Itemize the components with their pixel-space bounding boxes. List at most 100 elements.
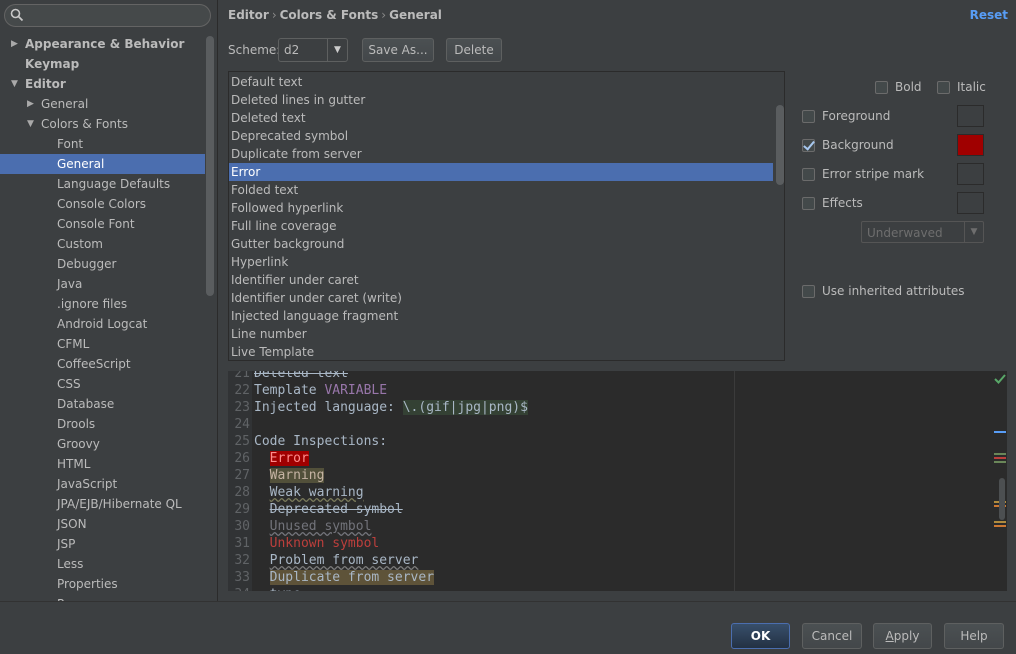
attribute-list-item[interactable]: Identifier under caret bbox=[229, 271, 773, 289]
preview-editor[interactable]: 21 Deleted text 22 Template VARIABLE 23 Injec… bbox=[228, 371, 1007, 591]
stripe-mark[interactable] bbox=[994, 457, 1006, 459]
attribute-list-item[interactable]: Folded text bbox=[229, 181, 773, 199]
tree-node[interactable]: CFML bbox=[0, 334, 205, 354]
collapsed-arrow-icon[interactable]: ▶ bbox=[27, 94, 37, 114]
expanded-arrow-icon[interactable]: ▼ bbox=[27, 114, 37, 134]
ok-button[interactable]: OK bbox=[731, 623, 790, 649]
tree-node[interactable]: Font bbox=[0, 134, 205, 154]
inherited-attributes-label: Use inherited attributes bbox=[822, 284, 965, 298]
apply-button[interactable]: Apply bbox=[873, 623, 932, 649]
tree-node[interactable]: Console Font bbox=[0, 214, 205, 234]
bold-checkbox[interactable] bbox=[875, 81, 888, 94]
tree-node[interactable]: Properties bbox=[0, 574, 205, 594]
bold-label: Bold bbox=[895, 80, 922, 94]
tree-node[interactable]: Database bbox=[0, 394, 205, 414]
tree-node[interactable]: HTML bbox=[0, 454, 205, 474]
sidebar-scrollbar[interactable] bbox=[206, 36, 214, 296]
foreground-checkbox[interactable] bbox=[802, 110, 815, 123]
italic-checkbox[interactable] bbox=[937, 81, 950, 94]
background-checkbox[interactable] bbox=[802, 139, 815, 152]
scheme-select[interactable]: d2 ▼ bbox=[278, 38, 348, 62]
stripe-mark[interactable] bbox=[994, 521, 1006, 523]
background-color-swatch[interactable] bbox=[957, 134, 984, 156]
settings-search-input[interactable] bbox=[4, 4, 211, 27]
attribute-list-item[interactable]: Injected language fragment bbox=[229, 307, 773, 325]
attribute-list-item[interactable]: Error bbox=[229, 163, 773, 181]
expanded-arrow-icon[interactable]: ▼ bbox=[11, 74, 21, 94]
tree-node-label: Debugger bbox=[57, 257, 117, 271]
preview-scrollbar[interactable] bbox=[999, 478, 1005, 520]
tree-node[interactable]: Java bbox=[0, 274, 205, 294]
tree-node[interactable]: ▶ General bbox=[0, 94, 205, 114]
attribute-list-scrollbar[interactable] bbox=[776, 105, 784, 185]
chevron-down-icon[interactable]: ▼ bbox=[327, 39, 347, 61]
tree-node[interactable]: Console Colors bbox=[0, 194, 205, 214]
attribute-list-item[interactable]: Followed hyperlink bbox=[229, 199, 773, 217]
attribute-list-item[interactable]: Full line coverage bbox=[229, 217, 773, 235]
attribute-list-item[interactable]: Hyperlink bbox=[229, 253, 773, 271]
effects-type-select[interactable]: Underwaved ▼ bbox=[861, 221, 984, 243]
error-stripe-checkbox[interactable] bbox=[802, 168, 815, 181]
code-token: Deleted text bbox=[254, 371, 348, 381]
foreground-color-swatch[interactable] bbox=[957, 105, 984, 127]
code-line: 25 Code Inspections: bbox=[228, 433, 1007, 450]
tree-node[interactable]: JavaScript bbox=[0, 474, 205, 494]
tree-node[interactable]: JSON bbox=[0, 514, 205, 534]
tree-node[interactable]: ▶ Appearance & Behavior bbox=[0, 34, 205, 54]
tree-node[interactable]: ▼ Colors & Fonts bbox=[0, 114, 205, 134]
stripe-mark[interactable] bbox=[994, 525, 1006, 527]
code-line: 28 Weak warning bbox=[228, 484, 1007, 501]
tree-node[interactable]: Debugger bbox=[0, 254, 205, 274]
tree-node-label: Android Logcat bbox=[57, 317, 148, 331]
tree-node[interactable]: Groovy bbox=[0, 434, 205, 454]
breadcrumb-item: General bbox=[389, 8, 442, 22]
tree-node[interactable]: Drools bbox=[0, 414, 205, 434]
tree-node[interactable]: General bbox=[0, 154, 205, 174]
attribute-list-item[interactable]: Deleted text bbox=[229, 109, 773, 127]
tree-node[interactable]: JSP bbox=[0, 534, 205, 554]
reset-link[interactable]: Reset bbox=[970, 8, 1008, 22]
line-number: 23 bbox=[234, 400, 250, 415]
code-token: VARIABLE bbox=[324, 383, 388, 398]
attribute-list-item[interactable]: Duplicate from server bbox=[229, 145, 773, 163]
attribute-list-item[interactable]: Identifier under caret (write) bbox=[229, 289, 773, 307]
tree-node[interactable]: Py… bbox=[0, 594, 205, 601]
collapsed-arrow-icon[interactable]: ▶ bbox=[11, 34, 21, 54]
tree-node[interactable]: CoffeeScript bbox=[0, 354, 205, 374]
delete-button[interactable]: Delete bbox=[446, 38, 502, 62]
code-text: Deprecated symbol bbox=[254, 501, 403, 518]
settings-sidebar: ▶ Appearance & Behavior Keymap ▼ Editor ▶ Gene… bbox=[0, 0, 218, 601]
stripe-mark[interactable] bbox=[994, 431, 1006, 433]
tree-node[interactable]: Less bbox=[0, 554, 205, 574]
attribute-list-item[interactable]: Live Template bbox=[229, 343, 773, 360]
cancel-button[interactable]: Cancel bbox=[802, 623, 862, 649]
tree-node-label: Drools bbox=[57, 417, 96, 431]
effects-color-swatch[interactable] bbox=[957, 192, 984, 214]
tree-node[interactable]: ▼ Editor bbox=[0, 74, 205, 94]
attribute-list-item[interactable]: Deleted lines in gutter bbox=[229, 91, 773, 109]
chevron-down-icon[interactable]: ▼ bbox=[964, 222, 983, 242]
inspection-ok-icon[interactable] bbox=[994, 373, 1006, 385]
tree-node[interactable]: Keymap bbox=[0, 54, 205, 74]
error-stripe-color-swatch[interactable] bbox=[957, 163, 984, 185]
stripe-mark[interactable] bbox=[994, 461, 1006, 463]
help-button[interactable]: Help bbox=[944, 623, 1004, 649]
attribute-list-item[interactable]: Deprecated symbol bbox=[229, 127, 773, 145]
tree-node[interactable]: .ignore files bbox=[0, 294, 205, 314]
attribute-list-item[interactable]: Line number bbox=[229, 325, 773, 343]
tree-node[interactable]: Custom bbox=[0, 234, 205, 254]
code-token: Problem from server bbox=[269, 553, 419, 568]
save-as-button[interactable]: Save As... bbox=[362, 38, 434, 62]
tree-node[interactable]: Android Logcat bbox=[0, 314, 205, 334]
tree-node[interactable]: JPA/EJB/Hibernate QL bbox=[0, 494, 205, 514]
tree-node[interactable]: Language Defaults bbox=[0, 174, 205, 194]
attribute-list-item[interactable]: Gutter background bbox=[229, 235, 773, 253]
attribute-list-item[interactable]: Default text bbox=[229, 73, 773, 91]
inherited-attributes-checkbox[interactable] bbox=[802, 285, 815, 298]
tree-node[interactable]: CSS bbox=[0, 374, 205, 394]
tree-node-label: Font bbox=[57, 137, 84, 151]
effects-checkbox[interactable] bbox=[802, 197, 815, 210]
stripe-mark[interactable] bbox=[994, 453, 1006, 455]
code-token: Weak warning bbox=[269, 485, 364, 500]
